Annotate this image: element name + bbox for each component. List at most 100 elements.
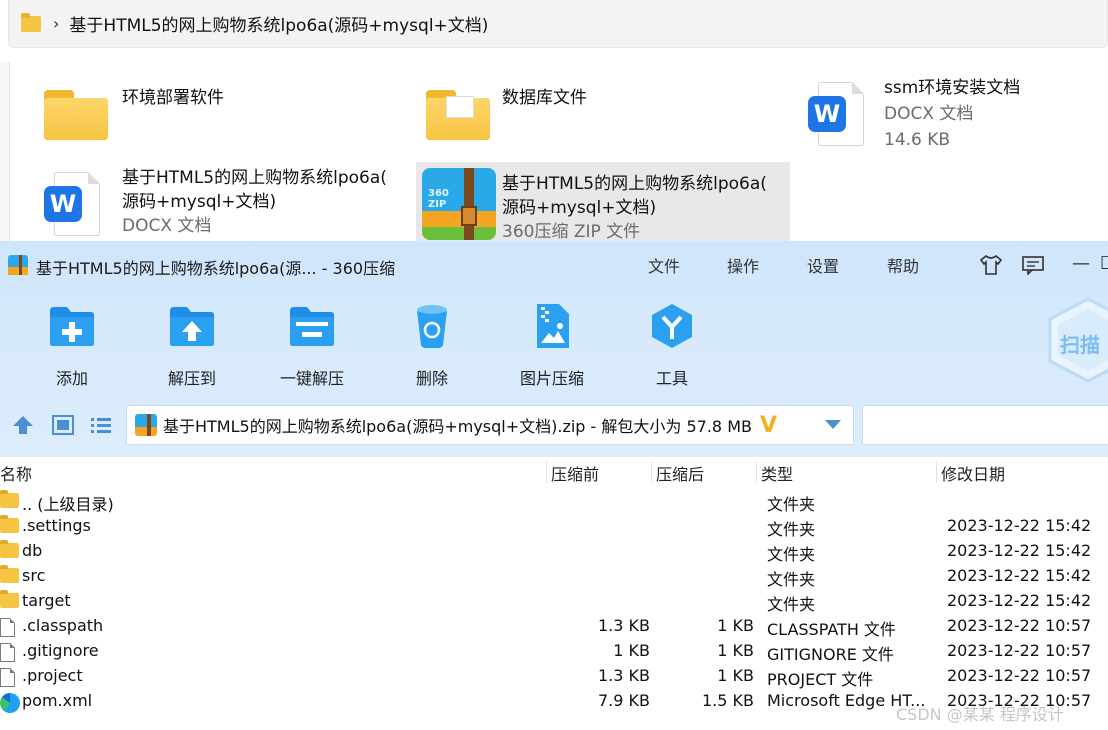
- image-compress-icon: [537, 304, 569, 348]
- column-after-size[interactable]: 压缩后: [656, 461, 704, 485]
- item-name-line1: 基于HTML5的网上购物系统lpo6a(: [502, 174, 767, 194]
- wps-word-icon: W: [808, 82, 864, 148]
- folder-icon: [0, 540, 19, 558]
- delete-button[interactable]: 删除: [384, 303, 480, 389]
- file-icon: [0, 668, 15, 687]
- folder-icon: [0, 490, 19, 508]
- 360zip-icon: 360 ZIP: [422, 168, 496, 240]
- file-row[interactable]: .classpath 1.3 KB 1 KB CLASSPATH 文件 2023…: [0, 614, 1108, 639]
- one-click-extract-button[interactable]: 一键解压: [264, 303, 360, 389]
- row-date: 2023-12-22 10:57: [947, 641, 1092, 660]
- menu-operate[interactable]: 操作: [727, 253, 759, 277]
- row-name: target: [22, 591, 71, 610]
- scan-label: 扫描: [1060, 333, 1100, 357]
- tools-button[interactable]: 工具: [624, 303, 720, 389]
- file-list-header: 名称 压缩前 压缩后 类型 修改日期: [0, 457, 1108, 487]
- extract-to-label: 解压到: [167, 369, 216, 388]
- extract-to-button[interactable]: 解压到: [144, 303, 240, 389]
- column-divider[interactable]: [546, 461, 547, 483]
- tools-label: 工具: [655, 369, 688, 388]
- row-type: GITIGNORE 文件: [767, 645, 894, 664]
- add-icon: [50, 307, 94, 346]
- file-row[interactable]: .settings 文件夹 2023-12-22 15:42: [0, 514, 1108, 539]
- one-click-extract-icon: [290, 307, 334, 346]
- row-date: 2023-12-22 10:57: [947, 666, 1092, 685]
- edge-browser-icon: [0, 693, 20, 713]
- wps-word-icon: W: [44, 172, 100, 238]
- tools-icon: [652, 304, 692, 348]
- file-row[interactable]: src 文件夹 2023-12-22 15:42: [0, 564, 1108, 589]
- row-date: 2023-12-22 10:57: [947, 616, 1092, 635]
- column-before-size[interactable]: 压缩前: [551, 461, 599, 485]
- row-type: 文件夹: [767, 520, 816, 539]
- breadcrumb[interactable]: 基于HTML5的网上购物系统lpo6a(源码+mysql+文档): [69, 11, 488, 36]
- maximize-button[interactable]: ☐: [1100, 253, 1108, 274]
- item-name-line1: 基于HTML5的网上购物系统lpo6a(: [122, 168, 387, 188]
- menu-settings[interactable]: 设置: [807, 253, 839, 277]
- explorer-address-bar[interactable]: › 基于HTML5的网上购物系统lpo6a(源码+mysql+文档): [8, 0, 1108, 48]
- column-name[interactable]: 名称: [0, 461, 32, 485]
- column-divider[interactable]: [651, 461, 652, 483]
- list-view-icon[interactable]: [90, 415, 112, 435]
- add-button[interactable]: 添加: [24, 303, 120, 389]
- row-type: 文件夹: [767, 545, 816, 564]
- search-input[interactable]: [862, 405, 1108, 445]
- title-bar[interactable]: 基于HTML5的网上购物系统lpo6a(源... - 360压缩 文件 操作 设…: [0, 241, 1108, 289]
- zip-file-icon: [135, 414, 157, 436]
- column-divider[interactable]: [936, 461, 937, 483]
- thumbnail-view-icon[interactable]: [52, 415, 74, 435]
- folder-icon: [44, 90, 108, 140]
- row-date: 2023-12-22 15:42: [947, 541, 1092, 560]
- minimize-button[interactable]: —: [1072, 253, 1090, 274]
- explorer-item-project-zip[interactable]: 360 ZIP 基于HTML5的网上购物系统lpo6a( 源码+mysql+文档)…: [416, 162, 790, 242]
- row-before-size: 1.3 KB: [598, 616, 650, 635]
- row-date: 2023-12-22 15:42: [947, 516, 1092, 535]
- delete-icon: [417, 305, 447, 348]
- item-name-line2: 源码+mysql+文档): [122, 192, 277, 212]
- archive-path: 基于HTML5的网上购物系统lpo6a(源码+mysql+文档).zip - 解…: [163, 417, 752, 436]
- explorer-item-db-files[interactable]: 数据库文件: [426, 86, 587, 140]
- address-bar[interactable]: 基于HTML5的网上购物系统lpo6a(源码+mysql+文档).zip - 解…: [126, 405, 854, 445]
- row-after-size: 1 KB: [717, 641, 754, 660]
- chevron-down-icon[interactable]: [825, 420, 841, 429]
- vip-icon[interactable]: V: [760, 413, 777, 438]
- column-divider[interactable]: [756, 461, 757, 483]
- file-row[interactable]: .gitignore 1 KB 1 KB GITIGNORE 文件 2023-1…: [0, 639, 1108, 664]
- row-before-size: 1 KB: [613, 641, 650, 660]
- menu-help[interactable]: 帮助: [887, 253, 919, 277]
- feedback-icon[interactable]: [1022, 255, 1044, 275]
- row-name: .project: [22, 666, 83, 685]
- column-date[interactable]: 修改日期: [941, 461, 1005, 485]
- csdn-watermark: CSDN @某某 程序设计: [896, 705, 1064, 724]
- item-type: DOCX 文档: [122, 216, 212, 236]
- zip-window-header: 基于HTML5的网上购物系统lpo6a(源... - 360压缩 文件 操作 设…: [0, 241, 1108, 457]
- row-type: CLASSPATH 文件: [767, 620, 896, 639]
- skin-shirt-icon[interactable]: [980, 255, 1002, 275]
- column-type[interactable]: 类型: [761, 461, 793, 485]
- row-type: 文件夹: [767, 595, 816, 614]
- row-type: PROJECT 文件: [767, 670, 874, 689]
- explorer-item-ssm-doc[interactable]: W ssm环境安装文档 DOCX 文档 14.6 KB: [808, 76, 1020, 152]
- file-row-parent[interactable]: .. (上级目录) 文件夹: [0, 489, 1108, 514]
- item-type: DOCX 文档: [884, 104, 974, 124]
- 360zip-app-icon: [8, 255, 28, 275]
- item-name: 数据库文件: [502, 88, 587, 108]
- file-row[interactable]: db 文件夹 2023-12-22 15:42: [0, 539, 1108, 564]
- explorer-item-env-software[interactable]: 环境部署软件: [44, 86, 224, 140]
- extract-to-icon: [170, 307, 214, 346]
- image-compress-button[interactable]: 图片压缩: [504, 303, 600, 389]
- folder-icon: [21, 12, 41, 32]
- folder-icon: [0, 515, 19, 533]
- file-icon: [0, 643, 15, 662]
- row-name: pom.xml: [22, 691, 93, 710]
- menu-file[interactable]: 文件: [648, 253, 680, 277]
- file-row[interactable]: target 文件夹 2023-12-22 15:42: [0, 589, 1108, 614]
- explorer-item-project-doc[interactable]: W 基于HTML5的网上购物系统lpo6a( 源码+mysql+文档) DOCX…: [44, 166, 387, 238]
- item-name-line2: 源码+mysql+文档): [502, 198, 657, 218]
- up-arrow-icon[interactable]: [12, 415, 34, 435]
- row-after-size: 1 KB: [717, 616, 754, 635]
- file-row[interactable]: .project 1.3 KB 1 KB PROJECT 文件 2023-12-…: [0, 664, 1108, 689]
- row-after-size: 1 KB: [717, 666, 754, 685]
- row-name: src: [22, 566, 46, 585]
- scan-button[interactable]: 扫描: [1048, 297, 1108, 383]
